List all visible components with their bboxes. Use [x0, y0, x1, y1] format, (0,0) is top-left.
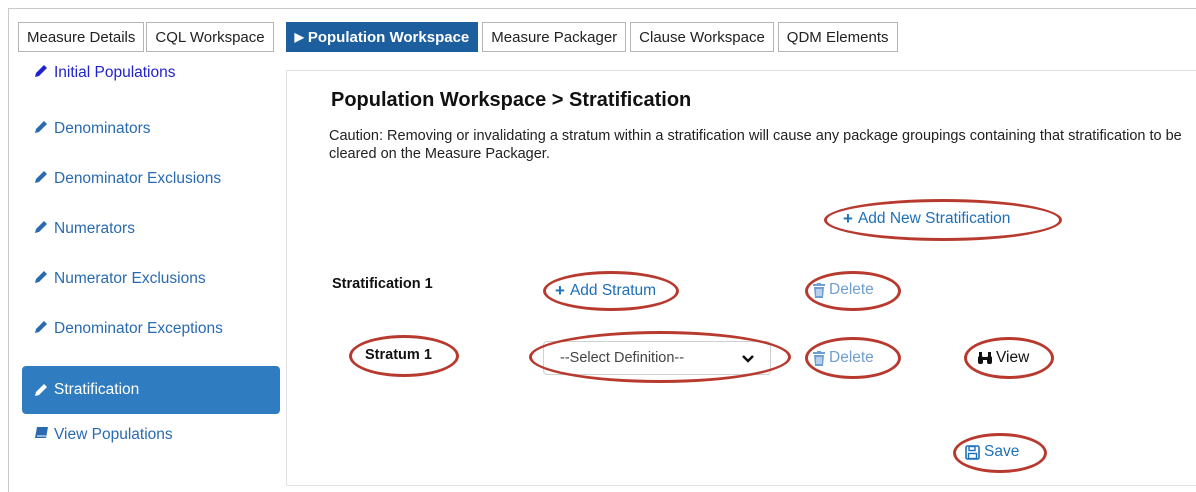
- sidebar-item-label: Denominator Exceptions: [54, 320, 223, 337]
- stratification-panel: Population Workspace > Stratification Ca…: [286, 70, 1196, 486]
- tab-measure-packager[interactable]: Measure Packager: [482, 22, 627, 52]
- select-definition-dropdown[interactable]: --Select Definition--: [543, 341, 771, 375]
- pencil-icon: [32, 383, 50, 397]
- tab-label: CQL Workspace: [155, 28, 265, 46]
- tab-label: Measure Details: [27, 28, 136, 46]
- tab-qdm-elements[interactable]: QDM Elements: [777, 22, 898, 52]
- add-new-stratification-label: Add New Stratification: [857, 210, 1011, 227]
- sidebar-item-label: Numerator Exclusions: [54, 270, 206, 287]
- tab-label: Measure Packager: [491, 28, 618, 46]
- sidebar-item-label: View Populations: [54, 426, 173, 443]
- tab-label: Clause Workspace: [639, 28, 765, 46]
- pencil-icon: [32, 220, 50, 234]
- add-stratum-label: Add Stratum: [569, 282, 657, 299]
- plus-icon: +: [555, 281, 565, 300]
- chevron-down-icon: [742, 352, 754, 368]
- stratum-label: Stratum 1: [365, 347, 432, 363]
- stratification-label: Stratification 1: [332, 276, 433, 292]
- workspace-tabs: Measure Details CQL Workspace ▶ Populati…: [18, 22, 902, 52]
- sidebar-item-label: Denominators: [54, 120, 151, 137]
- sidebar-item-label: Initial Populations: [54, 64, 176, 81]
- tab-label: QDM Elements: [786, 28, 889, 46]
- tab-cql-workspace[interactable]: CQL Workspace: [146, 22, 274, 52]
- save-button[interactable]: Save: [965, 443, 1019, 461]
- sidebar-item-initial-populations[interactable]: Initial Populations: [22, 60, 280, 112]
- pencil-icon: [32, 170, 50, 184]
- trash-icon: [813, 282, 825, 298]
- view-label: View: [996, 349, 1030, 366]
- pencil-icon: [32, 64, 50, 78]
- add-stratum-button[interactable]: + Add Stratum: [555, 281, 656, 301]
- tab-measure-details[interactable]: Measure Details: [18, 22, 145, 52]
- floppy-disk-icon: [965, 444, 980, 460]
- sidebar-item-numerators[interactable]: Numerators: [22, 212, 280, 262]
- delete-stratum-button[interactable]: Delete: [813, 349, 874, 367]
- population-sidebar: Initial Populations Denominators Denomin…: [22, 60, 280, 468]
- play-arrow-icon: ▶: [294, 30, 304, 44]
- tab-clause-workspace[interactable]: Clause Workspace: [630, 22, 774, 52]
- sidebar-item-label: Stratification: [54, 381, 140, 398]
- sidebar-item-denominator-exclusions[interactable]: Denominator Exclusions: [22, 162, 280, 212]
- pencil-icon: [32, 270, 50, 284]
- add-new-stratification-button[interactable]: + Add New Stratification: [843, 209, 1010, 229]
- select-definition-value: --Select Definition--: [560, 350, 685, 366]
- sidebar-item-denominators[interactable]: Denominators: [22, 112, 280, 162]
- save-label: Save: [984, 443, 1020, 460]
- delete-label: Delete: [829, 349, 874, 366]
- sidebar-item-stratification[interactable]: Stratification: [22, 366, 280, 414]
- sidebar-item-view-populations[interactable]: View Populations: [22, 418, 280, 468]
- delete-stratification-button[interactable]: Delete: [813, 281, 874, 299]
- sidebar-item-numerator-exclusions[interactable]: Numerator Exclusions: [22, 262, 280, 312]
- sidebar-item-label: Denominator Exclusions: [54, 170, 222, 187]
- sidebar-item-denominator-exceptions[interactable]: Denominator Exceptions: [22, 312, 280, 362]
- trash-icon: [813, 350, 825, 366]
- page-title: Population Workspace > Stratification: [331, 89, 692, 111]
- pencil-icon: [32, 120, 50, 134]
- pencil-icon: [32, 320, 50, 334]
- book-icon: [32, 426, 50, 439]
- tab-population-workspace[interactable]: ▶ Population Workspace: [285, 22, 479, 52]
- plus-icon: +: [843, 209, 853, 228]
- binoculars-icon: [977, 351, 993, 365]
- caution-text: Caution: Removing or invalidating a stra…: [329, 128, 1182, 162]
- tab-label: Population Workspace: [307, 28, 470, 46]
- view-button[interactable]: View: [977, 349, 1029, 367]
- sidebar-item-label: Numerators: [54, 220, 135, 237]
- delete-label: Delete: [829, 281, 874, 298]
